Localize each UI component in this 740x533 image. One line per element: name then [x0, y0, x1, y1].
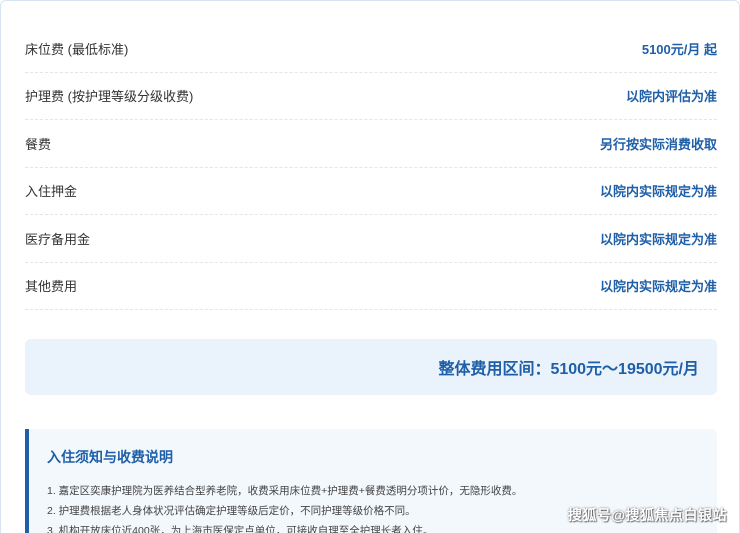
watermark: 搜狐号@搜狐焦点白银站 [567, 507, 727, 523]
fee-card: 床位费 (最低标准) 5100元/月 起 护理费 (按护理等级分级收费) 以院内… [0, 0, 740, 533]
fee-label: 其他费用 [25, 279, 78, 295]
fee-value: 以院内评估为准 [625, 89, 717, 105]
fee-row-nursing: 护理费 (按护理等级分级收费) 以院内评估为准 [25, 73, 717, 120]
notice-title: 入住须知与收费说明 [47, 449, 173, 465]
fee-value: 以院内实际规定为准 [599, 231, 717, 247]
fee-value: 5100元/月 起 [641, 41, 717, 57]
total-range-box: 整体费用区间：5100元～19500元/月 [25, 339, 717, 395]
fee-row-other: 其他费用 以院内实际规定为准 [25, 263, 717, 310]
fee-value: 另行按实际消费收取 [599, 136, 717, 152]
notice-item: 1. 嘉定区奕康护理院为医养结合型养老院，收费采用床位费+护理费+餐费透明分项计… [47, 485, 523, 497]
total-range-text: 整体费用区间：5100元～19500元/月 [438, 361, 699, 378]
fee-row-deposit: 入住押金 以院内实际规定为准 [25, 168, 717, 215]
fee-row-medical: 医疗备用金 以院内实际规定为准 [25, 215, 717, 263]
fee-value: 以院内实际规定为准 [599, 184, 717, 200]
fee-row-bed: 床位费 (最低标准) 5100元/月 起 [25, 25, 717, 73]
fee-label: 入住押金 [25, 184, 78, 200]
fee-label: 护理费 (按护理等级分级收费) [25, 89, 194, 105]
fee-list: 床位费 (最低标准) 5100元/月 起 护理费 (按护理等级分级收费) 以院内… [25, 25, 717, 310]
fee-label: 餐费 [25, 136, 52, 152]
fee-label: 床位费 (最低标准) [25, 41, 129, 57]
fee-row-meal: 餐费 另行按实际消费收取 [25, 120, 717, 168]
fee-value: 以院内实际规定为准 [599, 279, 717, 295]
fee-label: 医疗备用金 [25, 231, 91, 247]
